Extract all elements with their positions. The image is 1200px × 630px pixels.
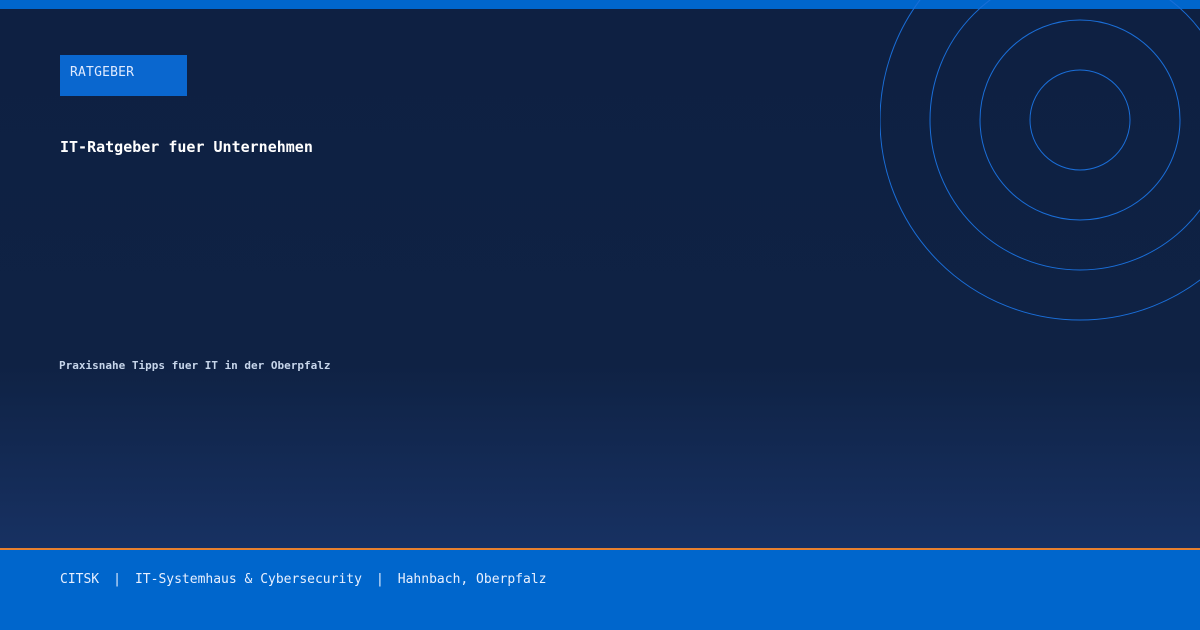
- footer-location: Hahnbach, Oberpfalz: [397, 572, 547, 587]
- footer-separator: |: [113, 572, 121, 587]
- page-subtitle: Praxisnahe Tipps fuer IT in der Oberpfal…: [59, 359, 331, 372]
- footer-separator: |: [375, 572, 384, 587]
- social-card: RATGEBER IT-Ratgeber fuer Unternehmen Pr…: [0, 0, 1200, 630]
- footer-tagline: IT-Systemhaus & Cybersecurity: [134, 572, 362, 587]
- ring-small: [1029, 69, 1131, 171]
- footer-bar: CITSK | IT-Systemhaus & Cybersecurity | Hahn…: [0, 550, 1200, 630]
- category-badge-label: RATGEBER: [70, 65, 135, 80]
- concentric-circles-decoration: [880, 0, 1200, 321]
- ring-medium: [979, 19, 1181, 221]
- category-badge: RATGEBER: [60, 55, 187, 96]
- page-title: IT-Ratgeber fuer Unternehmen: [60, 138, 313, 156]
- footer-brand: CITSK: [60, 572, 100, 587]
- ring-outer: [880, 0, 1200, 321]
- ring-large: [929, 0, 1200, 271]
- footer-text: CITSK | IT-Systemhaus & Cybersecurity | Hahn…: [60, 572, 547, 587]
